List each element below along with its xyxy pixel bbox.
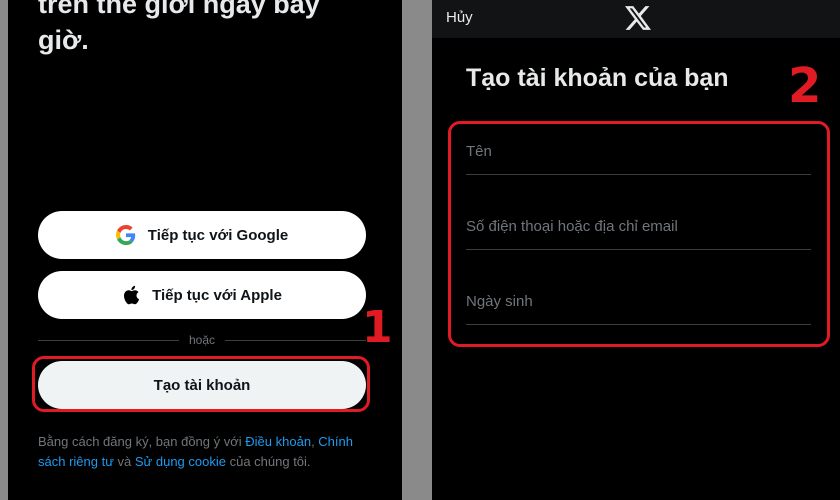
create-account-screen: Hủy Tạo tài khoản của bạn Tên Số điện th… (432, 0, 840, 500)
x-logo-icon (625, 6, 651, 35)
create-account-label: Tạo tài khoản (153, 376, 251, 394)
signup-screen: trên thế giới ngay bây giờ. Tiếp tục với… (8, 0, 402, 500)
terms-notice: Bằng cách đăng ký, bạn đồng ý với Điều k… (38, 432, 368, 472)
create-account-button[interactable]: Tạo tài khoản (38, 361, 366, 409)
google-logo-icon (115, 225, 136, 245)
or-divider: hoặc (38, 330, 366, 350)
divider-line-left (38, 339, 179, 341)
birthdate-field[interactable]: Ngày sinh (466, 288, 811, 325)
page-title: Tạo tài khoản của bạn (466, 64, 729, 92)
cookie-link[interactable]: Sử dụng cookie (135, 454, 226, 469)
privacy-link-part-2[interactable]: sách riêng tư (38, 454, 114, 469)
headline: trên thế giới ngay bây giờ. (38, 0, 320, 55)
name-field[interactable]: Tên (466, 138, 811, 175)
apple-button-label: Tiếp tục với Apple (152, 286, 282, 304)
or-divider-label: hoặc (188, 333, 216, 347)
terms-link[interactable]: Điều khoản (245, 434, 311, 449)
name-field-placeholder: Tên (466, 143, 492, 160)
continue-with-apple-button[interactable]: Tiếp tục với Apple (38, 271, 366, 319)
cancel-button[interactable]: Hủy (446, 9, 473, 26)
terms-prefix: Bằng cách đăng ký, bạn đồng ý với (38, 434, 246, 449)
google-button-label: Tiếp tục với Google (147, 226, 289, 244)
phone-or-email-field[interactable]: Số điện thoại hoặc địa chỉ email (466, 213, 811, 250)
privacy-link-part-1[interactable]: Chính (318, 434, 353, 449)
apple-logo-icon (122, 285, 140, 305)
phone-or-email-placeholder: Số điện thoại hoặc địa chỉ email (466, 218, 678, 235)
terms-and: và (113, 454, 135, 469)
terms-suffix: của chúng tôi. (225, 454, 311, 469)
divider-line-right (225, 339, 366, 341)
continue-with-google-button[interactable]: Tiếp tục với Google (38, 211, 366, 259)
step-1-label: 1 (362, 302, 393, 353)
top-bar: Hủy (432, 0, 840, 38)
step-2-label: 2 (788, 58, 822, 114)
birthdate-placeholder: Ngày sinh (466, 293, 533, 310)
